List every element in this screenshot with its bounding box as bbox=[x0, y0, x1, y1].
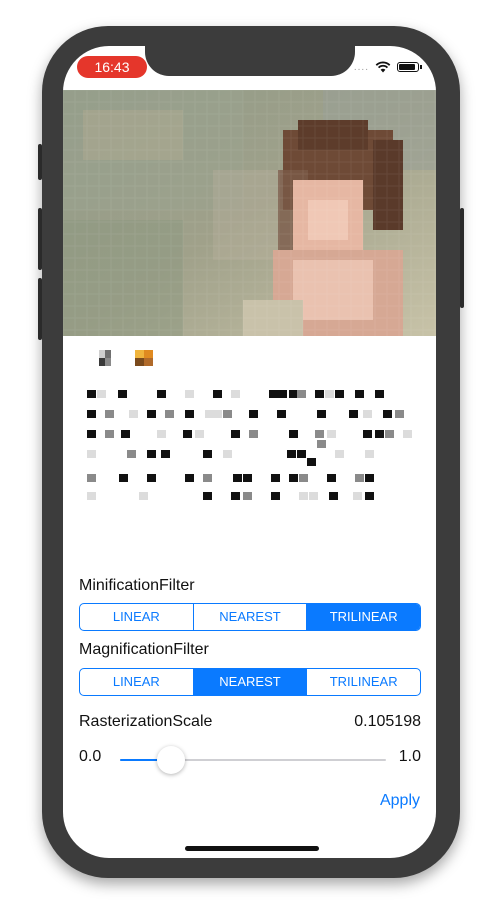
screen: 16:43 .... MinificationFilter LINEAR NEA… bbox=[63, 46, 436, 858]
rasterization-scale-value: 0.105198 bbox=[354, 713, 421, 730]
minification-filter-label: MinificationFilter bbox=[79, 577, 195, 594]
status-time[interactable]: 16:43 bbox=[77, 56, 147, 78]
pixelated-photo bbox=[63, 90, 436, 336]
notch bbox=[145, 46, 355, 76]
minification-option-trilinear[interactable]: TRILINEAR bbox=[307, 604, 420, 630]
slider-max-label: 1.0 bbox=[398, 748, 421, 765]
battery-icon bbox=[397, 62, 419, 72]
rasterization-scale-label: RasterizationScale bbox=[79, 713, 213, 730]
volume-up-button bbox=[38, 208, 42, 270]
magnification-option-trilinear[interactable]: TRILINEAR bbox=[307, 669, 420, 695]
magnification-filter-label: MagnificationFilter bbox=[79, 641, 209, 658]
slider-thumb[interactable] bbox=[156, 746, 185, 774]
signal-icon: .... bbox=[353, 61, 369, 73]
home-indicator bbox=[185, 846, 319, 851]
pixel-pattern bbox=[87, 390, 412, 500]
magnification-filter-control[interactable]: LINEAR NEAREST TRILINEAR bbox=[79, 668, 421, 696]
mipmap-thumbnails bbox=[99, 350, 153, 366]
battery-cap bbox=[420, 65, 422, 69]
power-button bbox=[460, 208, 464, 308]
minification-option-nearest[interactable]: NEAREST bbox=[194, 604, 308, 630]
minification-option-linear[interactable]: LINEAR bbox=[80, 604, 194, 630]
wifi-icon bbox=[375, 61, 391, 73]
slider-min-label: 0.0 bbox=[79, 748, 102, 765]
mute-switch bbox=[38, 144, 42, 180]
magnification-option-linear[interactable]: LINEAR bbox=[80, 669, 194, 695]
minification-filter-control[interactable]: LINEAR NEAREST TRILINEAR bbox=[79, 603, 421, 631]
status-icons: .... bbox=[354, 60, 422, 74]
apply-button[interactable]: Apply bbox=[380, 792, 420, 810]
volume-down-button bbox=[38, 278, 42, 340]
rasterization-scale-slider[interactable] bbox=[120, 746, 386, 774]
magnification-option-nearest[interactable]: NEAREST bbox=[193, 669, 308, 695]
